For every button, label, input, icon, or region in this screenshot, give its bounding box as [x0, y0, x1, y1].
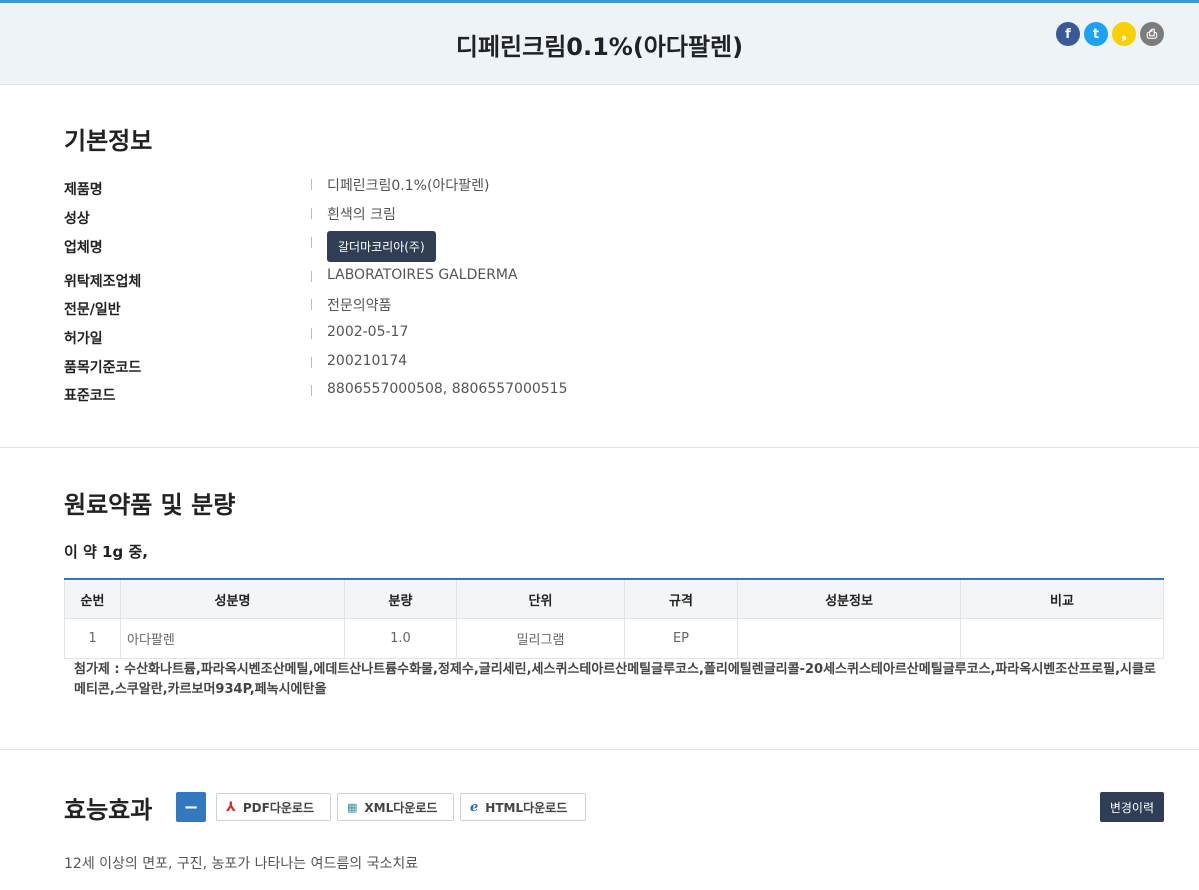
column-header: 단위 [456, 578, 625, 619]
xml-download-label: XML다운로드 [364, 800, 438, 815]
table-cell [737, 618, 961, 659]
info-key: 위탁제조업체 [64, 274, 142, 290]
xml-download-button[interactable]: ▦ XML다운로드 [337, 793, 454, 821]
info-row-product: 제품명 디페린크림0.1%(아다팔렌) [64, 175, 964, 203]
change-history-button[interactable]: 변경이력 [1099, 792, 1164, 822]
info-row-company: 업체명 갈더마코리아(주) [64, 231, 964, 269]
section-title-efficacy: 효능효과 [64, 796, 153, 824]
twitter-icon[interactable]: t [1084, 22, 1108, 46]
collapse-toggle-button[interactable]: − [176, 792, 206, 822]
info-key: 제품명 [64, 182, 103, 198]
efficacy-section: 효능효과 − ⅄ PDF다운로드 ▦ XML다운로드 ℯ HTML다운로드 변경… [0, 750, 1199, 890]
table-cell: EP [624, 618, 738, 659]
ingredients-subheading: 이 약 1g 중, [64, 543, 148, 561]
table-cell: 밀리그램 [456, 618, 625, 659]
table-row: 1 아다팔렌 1.0 밀리그램 EP [64, 618, 1164, 659]
info-key: 허가일 [64, 331, 103, 347]
info-row-appearance: 성상 흰색의 크림 [64, 204, 964, 232]
info-value: 디페린크림0.1%(아다팔렌) [327, 178, 490, 194]
ingredients-table: 순번 성분명 분량 단위 규격 성분정보 비교 1 아다팔렌 1.0 밀리그램 … [64, 578, 1164, 659]
table-cell: 1.0 [344, 618, 457, 659]
info-value: 전문의약품 [327, 298, 392, 314]
info-key: 전문/일반 [64, 302, 121, 318]
pdf-icon: ⅄ [226, 799, 236, 815]
html-download-label: HTML다운로드 [485, 800, 568, 815]
kakaostory-icon[interactable]: ❟ [1112, 22, 1136, 46]
info-row-standard-code: 표준코드 8806557000508, 8806557000515 [64, 381, 964, 409]
table-cell [960, 618, 1164, 659]
share-buttons: f t ❟ ⎙ [1056, 22, 1164, 46]
info-value: 200210174 [327, 353, 408, 369]
xml-icon: ▦ [347, 800, 358, 814]
company-button[interactable]: 갈더마코리아(주) [327, 231, 436, 262]
additives-text: 첨가제 : 수산화나트륨,파라옥시벤조산메틸,에데트산나트륨수화물,정제수,글리… [74, 662, 1156, 697]
column-header: 규격 [624, 578, 738, 619]
info-row-item-code: 품목기준코드 200210174 [64, 353, 964, 381]
html-download-button[interactable]: ℯ HTML다운로드 [460, 793, 586, 821]
column-header: 성분명 [120, 578, 345, 619]
info-key: 업체명 [64, 240, 103, 256]
column-header: 성분정보 [737, 578, 961, 619]
info-key: 성상 [64, 211, 90, 227]
efficacy-text: 12세 이상의 면포, 구진, 농포가 나타나는 여드름의 국소치료 [64, 856, 419, 872]
info-value: 8806557000508, 8806557000515 [327, 381, 568, 397]
section-title-basic: 기본정보 [64, 127, 153, 155]
print-icon[interactable]: ⎙ [1140, 22, 1164, 46]
column-header: 분량 [344, 578, 457, 619]
section-title-ingredients: 원료약품 및 분량 [64, 491, 236, 519]
info-key: 표준코드 [64, 388, 116, 404]
table-cell: 아다팔렌 [120, 618, 345, 659]
column-header: 비교 [960, 578, 1164, 619]
html-icon: ℯ [470, 799, 479, 815]
page-header: 디페린크림0.1%(아다팔렌) f t ❟ ⎙ [0, 3, 1199, 85]
table-cell: 1 [64, 618, 121, 659]
info-value: 2002-05-17 [327, 324, 409, 340]
info-row-manufacturer: 위탁제조업체 LABORATOIRES GALDERMA [64, 267, 964, 295]
info-value: LABORATOIRES GALDERMA [327, 267, 518, 283]
table-header-row: 순번 성분명 분량 단위 규격 성분정보 비교 [64, 578, 1164, 619]
facebook-icon[interactable]: f [1056, 22, 1080, 46]
info-value: 흰색의 크림 [327, 207, 396, 223]
pdf-download-label: PDF다운로드 [242, 800, 315, 815]
page-title: 디페린크림0.1%(아다팔렌) [455, 33, 744, 61]
info-row-approval-date: 허가일 2002-05-17 [64, 324, 964, 352]
ingredients-section: 원료약품 및 분량 이 약 1g 중, 순번 성분명 분량 단위 규격 성분정보… [0, 448, 1199, 750]
column-header: 순번 [64, 578, 121, 619]
basic-info-section: 기본정보 제품명 디페린크림0.1%(아다팔렌) 성상 흰색의 크림 업체명 갈… [0, 85, 1199, 448]
info-key: 품목기준코드 [64, 360, 142, 376]
info-row-category: 전문/일반 전문의약품 [64, 295, 964, 323]
pdf-download-button[interactable]: ⅄ PDF다운로드 [216, 793, 331, 821]
